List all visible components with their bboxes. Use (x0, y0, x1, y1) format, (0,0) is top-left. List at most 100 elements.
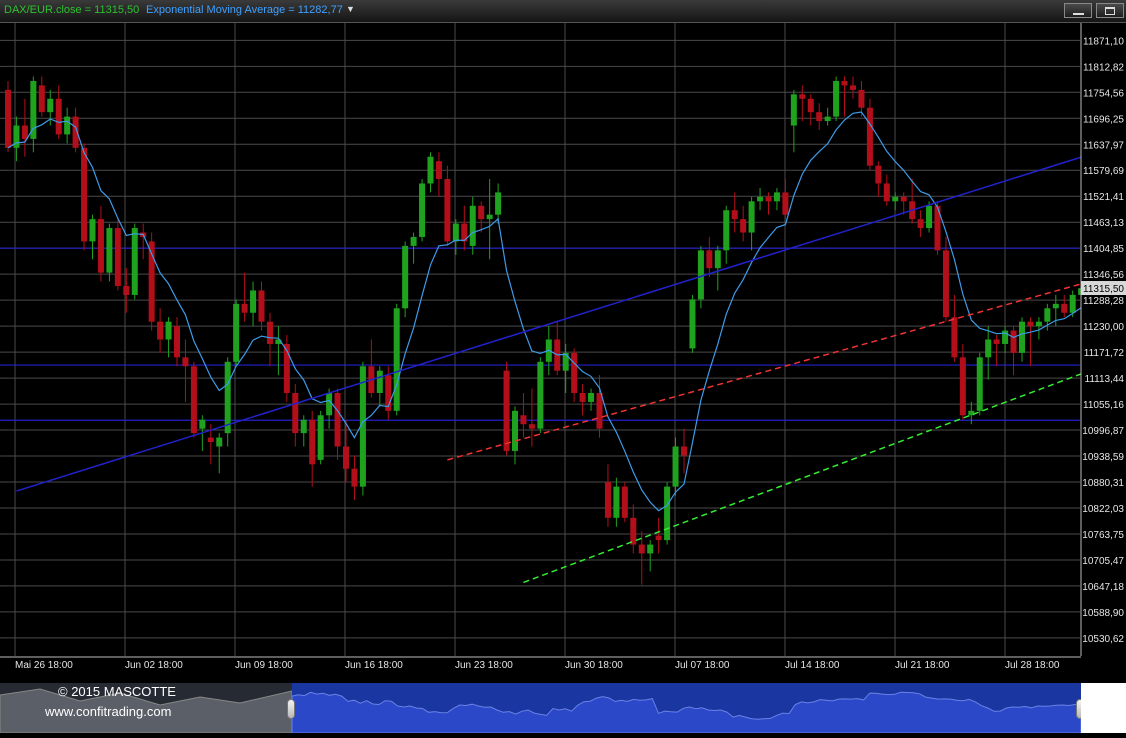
candle-body (714, 250, 721, 269)
candle-body (613, 486, 620, 518)
close-price-label: DAX/EUR.close = 11315,50 (4, 4, 140, 16)
candle-body (190, 366, 197, 434)
y-tick-label: 11463,13 (1083, 218, 1124, 229)
candle-body (604, 482, 611, 518)
candle-up (317, 410, 324, 465)
candle-body (165, 321, 172, 340)
price-axis[interactable]: 11871,10 11812,82 11754,56 11696,25 11637,97… (1080, 23, 1126, 683)
candle-body (596, 392, 603, 429)
y-tick-label: 11871,10 (1083, 36, 1124, 47)
candle-body (250, 290, 257, 313)
candle-body (376, 370, 383, 393)
time-axis[interactable]: Mai 26 18:00 Jun 02 18:00 Jun 09 18:00 Jun … (0, 656, 1081, 683)
x-tick-label: Jun 16 18:00 (345, 660, 403, 671)
maximize-button[interactable] (1096, 3, 1124, 18)
candle-body (655, 535, 662, 541)
candle-up (689, 294, 696, 353)
candle-body (452, 223, 459, 242)
y-tick-label: 11812,82 (1083, 62, 1124, 73)
y-tick-label: 10822,03 (1082, 504, 1124, 515)
y-tick-label: 10705,47 (1082, 556, 1124, 567)
candle-body (892, 196, 899, 202)
minimize-button[interactable] (1064, 3, 1092, 18)
candle-body (402, 245, 409, 309)
x-tick-label: Jun 30 18:00 (565, 660, 623, 671)
navigator-window[interactable] (291, 683, 1082, 734)
candle-body (114, 228, 121, 287)
x-tick-label: Jul 14 18:00 (785, 660, 840, 671)
candle-body (723, 210, 730, 251)
candle-body (334, 392, 341, 447)
candle-body (503, 370, 510, 451)
candle-body (866, 107, 873, 166)
y-tick-label: 11055,16 (1083, 400, 1124, 411)
candle-body (630, 517, 637, 545)
candle-body (799, 94, 806, 99)
candle-body (917, 219, 924, 229)
candle-up (402, 241, 409, 318)
candle-body (765, 196, 772, 202)
candle-body (976, 357, 983, 411)
y-tick-label: 10996,87 (1082, 426, 1124, 437)
chevron-down-icon[interactable]: ▼ (346, 4, 355, 14)
candle-body (697, 250, 704, 300)
candle-body (300, 419, 307, 434)
candle-body (30, 80, 37, 139)
x-tick-label: Jul 28 18:00 (1005, 660, 1060, 671)
candle-body (740, 219, 747, 233)
candle-body (444, 179, 451, 242)
y-tick-label: 11696,25 (1083, 114, 1124, 125)
y-tick-label: 10530,62 (1082, 634, 1124, 645)
candle-body (393, 308, 400, 411)
candle-body (258, 290, 265, 322)
candle-body (55, 98, 62, 135)
x-tick-label: Jun 23 18:00 (455, 660, 513, 671)
candle-body (266, 321, 273, 344)
candle-body (562, 352, 569, 371)
candle-body (123, 286, 130, 295)
y-tick-label: 10880,31 (1082, 478, 1124, 489)
navigator-corner (1081, 683, 1126, 733)
candle-body (875, 165, 882, 184)
copyright-text: © 2015 MASCOTTE (58, 684, 176, 699)
candle-body (469, 205, 476, 246)
candle-body (773, 192, 780, 202)
candle-down (866, 98, 873, 171)
candle-body (824, 116, 831, 122)
candle-up (233, 299, 240, 367)
candlestick-chart[interactable]: 11871,10 11812,82 11754,56 11696,25 11637,97… (0, 23, 1126, 683)
candle-body (942, 250, 949, 318)
candle-body (993, 339, 1000, 344)
candle-down (190, 361, 197, 438)
candle-down (621, 482, 628, 523)
candle-body (64, 116, 71, 135)
candle-body (985, 339, 992, 358)
candle-down (148, 232, 155, 331)
candle-body (528, 424, 535, 429)
candle-body (1052, 303, 1059, 309)
candle-body (5, 89, 11, 148)
candle-body (537, 361, 544, 429)
ema-indicator-label[interactable]: Exponential Moving Average = 11282,77 (146, 4, 343, 16)
candle-body (672, 446, 679, 487)
y-tick-label: 11579,69 (1083, 166, 1124, 177)
navigator-handle-left[interactable] (287, 699, 295, 719)
candle-body (317, 415, 324, 460)
website-link[interactable]: www.confitrading.com (45, 704, 171, 719)
candle-down (283, 335, 290, 402)
candle-body (410, 236, 417, 246)
navigator-mini-chart (291, 691, 1082, 734)
navigator-area (291, 691, 1082, 734)
candle-body (292, 392, 299, 434)
candle-body (1019, 321, 1025, 353)
candle-up (833, 76, 840, 122)
candle-body (647, 544, 654, 554)
y-tick-label: 11521,41 (1083, 192, 1124, 203)
y-tick-label: 11171,72 (1084, 348, 1125, 359)
candle-body (21, 125, 28, 139)
last-price-label: 11315,50 (1083, 284, 1124, 295)
candle-body (495, 192, 502, 215)
candle-body (97, 219, 104, 273)
candle-body (782, 192, 789, 215)
candle-body (638, 544, 645, 554)
